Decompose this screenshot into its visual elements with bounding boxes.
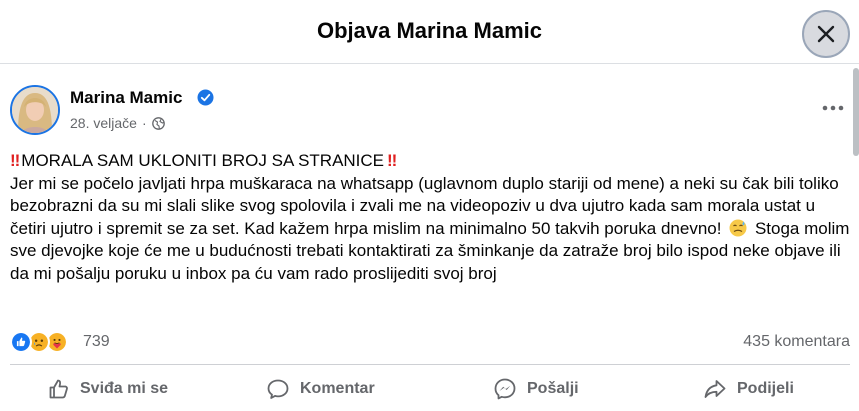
- like-label: Sviđa mi se: [80, 380, 169, 397]
- post-meta: 28. veljače ·: [70, 115, 165, 131]
- author-name[interactable]: Marina Mamic: [70, 88, 182, 108]
- share-icon: [704, 380, 726, 398]
- close-icon: [817, 25, 835, 43]
- more-icon: [822, 105, 844, 111]
- dialog-header: Objava Marina Mamic: [0, 0, 859, 64]
- reaction-count[interactable]: 739: [83, 333, 110, 351]
- comment-button[interactable]: Komentar: [266, 374, 375, 404]
- like-reaction-icon: [10, 331, 32, 353]
- verified-icon: [197, 89, 214, 106]
- avatar[interactable]: [10, 85, 60, 135]
- meta-separator: ·: [141, 115, 147, 131]
- post-body-1: Jer mi se počelo javljati hrpa muškaraca…: [10, 173, 839, 238]
- sweat-face-emoji: [729, 219, 747, 236]
- share-button[interactable]: Podijeli: [703, 374, 794, 404]
- more-options-button[interactable]: [818, 98, 848, 118]
- close-button[interactable]: [802, 10, 850, 58]
- globe-icon: [151, 116, 165, 130]
- warning-emoji: ‼: [387, 151, 397, 170]
- send-label: Pošalji: [527, 380, 579, 397]
- scrollbar[interactable]: [853, 68, 859, 156]
- comment-label: Komentar: [300, 380, 375, 397]
- comment-icon: [267, 379, 289, 399]
- messenger-icon: [494, 378, 516, 400]
- share-label: Podijeli: [737, 380, 794, 397]
- post-text: ‼ MORALA SAM UKLONITI BROJ SA STRANICE ‼ J…: [10, 150, 850, 285]
- comment-count[interactable]: 435 komentara: [743, 333, 850, 351]
- post-headline: MORALA SAM UKLONITI BROJ SA STRANICE: [21, 151, 385, 170]
- warning-emoji: ‼: [10, 151, 20, 170]
- reactions-row: 739 435 komentara: [10, 331, 850, 353]
- like-button[interactable]: Sviđa mi se: [48, 374, 168, 404]
- avatar-portrait: [12, 87, 58, 133]
- dialog-title: Objava Marina Mamic: [317, 18, 542, 43]
- post-body: Jer mi se počelo javljati hrpa muškaraca…: [10, 173, 850, 286]
- actions-divider: [10, 364, 850, 365]
- send-button[interactable]: Pošalji: [493, 374, 579, 404]
- like-icon: [49, 379, 68, 399]
- post-headline-line: ‼ MORALA SAM UKLONITI BROJ SA STRANICE ‼: [10, 150, 850, 173]
- post-date[interactable]: 28. veljače: [70, 115, 137, 131]
